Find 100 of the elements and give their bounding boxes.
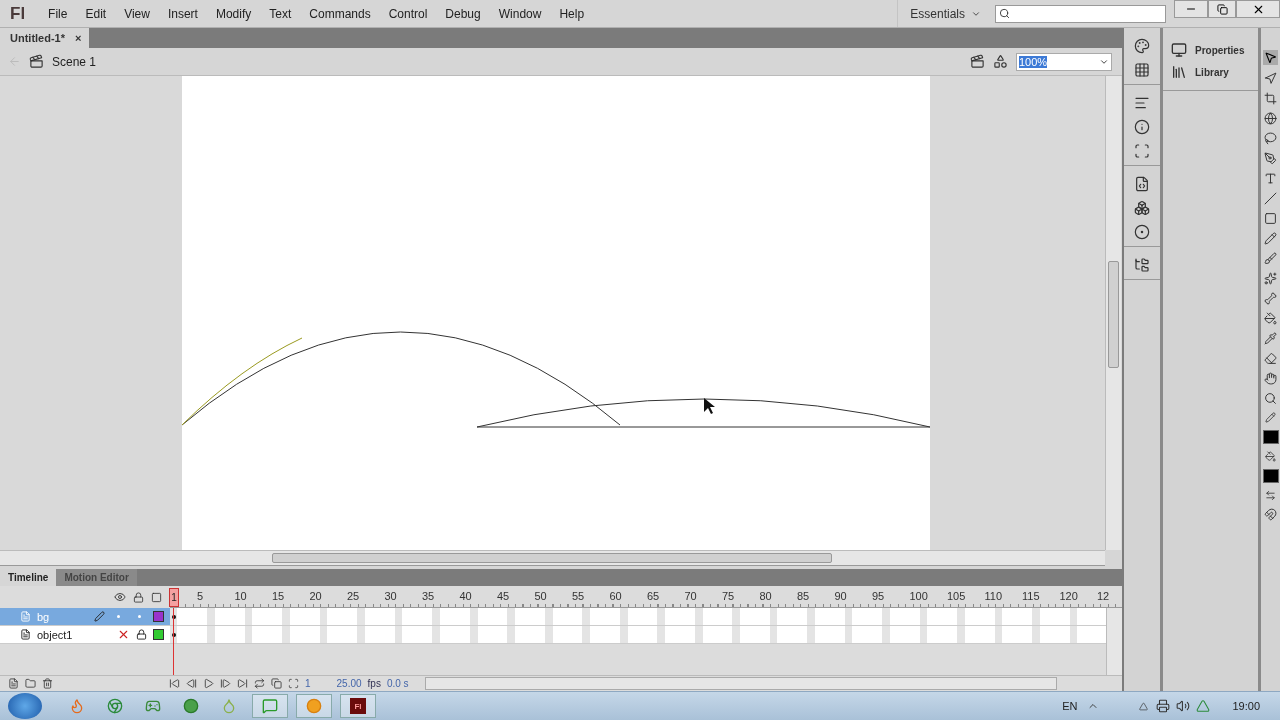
panel-button[interactable]: Library: [1171, 64, 1258, 80]
tray-arrow-icon[interactable]: [1139, 701, 1149, 711]
vertical-scrollbar[interactable]: [1106, 608, 1122, 675]
paint-bucket-icon[interactable]: [1265, 451, 1276, 462]
trash-icon[interactable]: [42, 678, 53, 689]
skip-forward-icon[interactable]: [237, 678, 248, 689]
menu-item[interactable]: Help: [550, 6, 594, 21]
loop-icon[interactable]: [254, 678, 265, 689]
sparkle-icon[interactable]: [1264, 272, 1277, 285]
restore-icon: [1216, 3, 1228, 15]
close-button[interactable]: [1236, 0, 1280, 18]
menu-item[interactable]: File: [39, 6, 77, 21]
edit-frames-icon[interactable]: [288, 678, 299, 689]
folder-icon[interactable]: [25, 678, 36, 689]
shapes-icon[interactable]: [993, 54, 1008, 69]
dots-icon[interactable]: [1134, 224, 1150, 240]
lasso-icon[interactable]: [1264, 132, 1277, 145]
transform-icon[interactable]: [1134, 143, 1150, 159]
selection-tool[interactable]: [1263, 50, 1278, 65]
visible-dot[interactable]: [117, 615, 120, 618]
menu-item[interactable]: Modify: [206, 6, 261, 21]
layer-row[interactable]: object1: [0, 626, 170, 644]
grid-icon[interactable]: [1134, 62, 1150, 78]
eraser-icon[interactable]: [1264, 352, 1277, 365]
crop-icon[interactable]: [1264, 92, 1277, 105]
taskbar-button[interactable]: [252, 694, 288, 718]
play-icon[interactable]: [203, 678, 214, 689]
minimize-button[interactable]: [1174, 0, 1208, 18]
paint-bucket-icon[interactable]: [1264, 312, 1277, 325]
menu-item[interactable]: Edit: [76, 6, 116, 21]
step-forward-icon[interactable]: [220, 678, 231, 689]
zoom-icon[interactable]: [1264, 392, 1277, 405]
drive-icon[interactable]: [1196, 699, 1211, 713]
cubes-icon[interactable]: [1134, 200, 1150, 216]
subselection-icon[interactable]: [1264, 72, 1277, 85]
unlocked-dot[interactable]: [138, 615, 141, 618]
code-icon[interactable]: [1134, 176, 1150, 192]
clapperboard-icon[interactable]: [29, 54, 44, 69]
skip-back-icon[interactable]: [169, 678, 180, 689]
align-icon[interactable]: [1134, 95, 1150, 111]
restore-button[interactable]: [1208, 0, 1236, 18]
globe-icon[interactable]: [1264, 112, 1277, 125]
menu-item[interactable]: View: [115, 6, 159, 21]
menu-item[interactable]: Text: [260, 6, 301, 21]
frame-number: 75: [722, 590, 735, 602]
printer-icon[interactable]: [1156, 699, 1171, 713]
magnet-icon[interactable]: [1264, 508, 1277, 521]
pencil-icon[interactable]: [1264, 232, 1277, 245]
menu-item[interactable]: Commands: [300, 6, 380, 21]
document-tab[interactable]: Untitled-1* ×: [0, 28, 90, 48]
outline-icon[interactable]: [151, 591, 162, 603]
volume-icon[interactable]: [1176, 699, 1191, 713]
brush-icon[interactable]: [1264, 252, 1277, 265]
frame-rate[interactable]: 25.00: [336, 678, 362, 689]
bone-icon[interactable]: [1264, 292, 1277, 305]
start-button[interactable]: [8, 693, 42, 719]
gamepad-icon[interactable]: [145, 698, 161, 714]
rectangle-icon[interactable]: [1264, 212, 1277, 225]
panel-button[interactable]: Properties: [1171, 42, 1258, 58]
menu-item[interactable]: Insert: [158, 6, 207, 21]
close-icon[interactable]: ×: [75, 32, 82, 44]
hidden-icon[interactable]: [117, 628, 130, 641]
search-field[interactable]: [995, 4, 1166, 23]
outline-swatch[interactable]: [153, 629, 164, 640]
zoom-field[interactable]: 100%: [1016, 52, 1112, 71]
playhead[interactable]: 1: [169, 588, 179, 607]
vertical-scrollbar[interactable]: [1105, 76, 1121, 550]
circle-icon[interactable]: [183, 698, 199, 714]
step-back-icon[interactable]: [186, 678, 197, 689]
layer-icon: [20, 611, 31, 622]
outline-swatch[interactable]: [153, 611, 164, 622]
menu-item[interactable]: Debug: [436, 6, 490, 21]
swap-colors-icon[interactable]: [1265, 490, 1276, 501]
new-layer-icon[interactable]: [8, 678, 19, 689]
hand-icon[interactable]: [1264, 372, 1277, 385]
palette-icon[interactable]: [1134, 38, 1150, 54]
menu-item[interactable]: Window: [489, 6, 551, 21]
flash-app-button[interactable]: Fl: [340, 694, 376, 718]
onion-skin-icon[interactable]: [271, 678, 282, 689]
books-icon: [1171, 64, 1187, 80]
frame-number: 100: [909, 590, 928, 602]
lock-icon[interactable]: [136, 629, 147, 640]
line-icon[interactable]: [1264, 192, 1277, 205]
browser-icon[interactable]: [107, 698, 123, 714]
clapperboard-icon[interactable]: [970, 54, 985, 69]
folder-tree-icon[interactable]: [1134, 257, 1150, 273]
panel-tab[interactable]: Timeline: [0, 569, 57, 586]
eyedropper-icon[interactable]: [1264, 332, 1277, 345]
stroke-color-swatch[interactable]: [1262, 430, 1279, 444]
pen-icon[interactable]: [1264, 152, 1277, 165]
eye-icon[interactable]: [114, 591, 126, 603]
frame-ruler[interactable]: 1 5 10 15 20 25 30 35 40 45 50 55 60 65 70 75 80 85 90 95 100 105 110 115 120 12: [170, 586, 1122, 608]
info-icon[interactable]: [1134, 119, 1150, 135]
text-icon[interactable]: [1264, 172, 1277, 185]
lock-icon[interactable]: [133, 591, 144, 603]
fill-color-swatch[interactable]: [1262, 469, 1279, 483]
language-indicator[interactable]: EN: [1062, 700, 1078, 712]
menu-item[interactable]: Control: [379, 6, 437, 21]
clock[interactable]: 19:00: [1232, 700, 1260, 712]
pencil-icon[interactable]: [1265, 412, 1276, 423]
